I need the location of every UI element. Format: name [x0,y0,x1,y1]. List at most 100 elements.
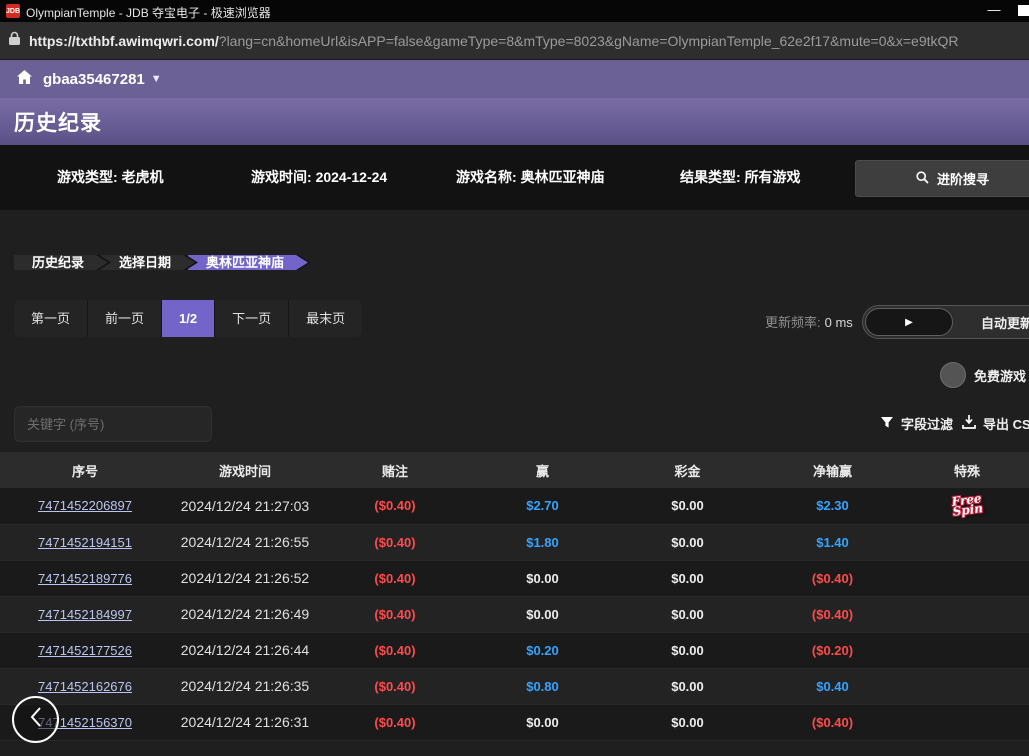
search-input[interactable] [14,406,212,442]
col-header-game-time: 游戏时间 [170,452,320,488]
breadcrumb-select-date[interactable]: 选择日期 [101,255,195,270]
browser-app-icon: JDB [6,4,20,18]
first-page-button[interactable]: 第一页 [14,300,88,337]
next-page-button[interactable]: 下一页 [215,300,289,337]
serial-link[interactable]: 7471452189776 [38,571,132,586]
time-cell: 2024/12/24 21:26:31 [170,704,320,740]
serial-cell: 7471452194151 [0,524,170,560]
advanced-search-button[interactable]: 进阶搜寻 [855,160,1029,197]
history-table: 序号 游戏时间 赌注 赢 彩金 净输赢 特殊 7471452206897 202… [0,452,1029,741]
filter-result-type-value: 所有游戏 [745,169,801,185]
filter-game-time-value: 2024-12-24 [316,169,388,185]
serial-link[interactable]: 7471452162676 [38,679,132,694]
jackpot-cell: $0.00 [615,632,760,668]
win-cell: $0.00 [470,704,615,740]
auto-update-label: 自动更新 [953,313,1029,332]
special-cell [905,560,1029,596]
filter-result-type-label: 结果类型: [680,169,741,185]
field-filter-label: 字段过滤 [901,414,953,433]
back-arrow-icon [27,705,45,734]
current-page-indicator[interactable]: 1/2 [162,300,215,337]
home-icon[interactable] [16,69,33,90]
special-cell [905,596,1029,632]
serial-link[interactable]: 7471452206897 [38,498,132,513]
page-title-bar: 历史纪录 [0,98,1029,145]
refresh-rate-label: 更新频率: [765,315,821,330]
table-row: 7471452162676 2024/12/24 21:26:35 ($0.40… [0,668,1029,704]
time-cell: 2024/12/24 21:26:44 [170,632,320,668]
net-cell: $1.40 [760,524,905,560]
jackpot-cell: $0.00 [615,704,760,740]
serial-cell: 7471452189776 [0,560,170,596]
table-header-row: 序号 游戏时间 赌注 赢 彩金 净输赢 特殊 [0,452,1029,488]
time-cell: 2024/12/24 21:26:35 [170,668,320,704]
filter-game-time-label: 游戏时间: [251,169,312,185]
special-cell: Free Spin [905,488,1029,524]
filter-game-type-value: 老虎机 [122,169,164,185]
bet-cell: ($0.40) [320,668,470,704]
play-icon[interactable]: ▶ [865,308,953,336]
special-cell [905,524,1029,560]
bet-cell: ($0.40) [320,524,470,560]
jackpot-cell: $0.00 [615,596,760,632]
table-row: 7471452156370 2024/12/24 21:26:31 ($0.40… [0,704,1029,740]
lock-icon [8,31,21,51]
col-header-serial: 序号 [0,452,170,488]
win-cell: $0.00 [470,560,615,596]
minimize-button[interactable]: — [984,2,1004,17]
win-cell: $0.20 [470,632,615,668]
time-cell: 2024/12/24 21:26:49 [170,596,320,632]
chevron-down-icon[interactable]: ▼ [151,73,162,85]
refresh-rate: 更新频率: 0 ms [765,312,853,331]
serial-link[interactable]: 7471452184997 [38,607,132,622]
free-game-icon [940,362,966,388]
account-name[interactable]: gbaa35467281 [43,71,145,88]
serial-link[interactable]: 7471452194151 [38,535,132,550]
pagination: 第一页 前一页 1/2 下一页 最末页 [14,300,362,337]
download-icon [962,415,976,432]
net-cell: ($0.40) [760,704,905,740]
export-csv-label: 导出 CSV [983,414,1029,433]
refresh-rate-value: 0 ms [825,315,853,330]
table-row: 7471452194151 2024/12/24 21:26:55 ($0.40… [0,524,1029,560]
time-cell: 2024/12/24 21:26:55 [170,524,320,560]
filter-game-time: 游戏时间: 2024-12-24 [251,167,387,187]
serial-cell: 7471452177526 [0,632,170,668]
time-cell: 2024/12/24 21:27:03 [170,488,320,524]
filter-summary-bar: 游戏类型: 老虎机 游戏时间: 2024-12-24 游戏名称: 奥林匹亚神庙 … [0,145,1029,210]
table-row: 7471452177526 2024/12/24 21:26:44 ($0.40… [0,632,1029,668]
net-cell: $2.30 [760,488,905,524]
breadcrumb-olympian-temple[interactable]: 奥林匹亚神庙 [188,255,308,270]
time-cell: 2024/12/24 21:26:52 [170,560,320,596]
filter-game-type-label: 游戏类型: [57,169,118,185]
maximize-button[interactable] [1018,5,1029,16]
special-cell [905,632,1029,668]
serial-cell: 7471452184997 [0,596,170,632]
auto-update-toggle[interactable]: ▶ 自动更新 [862,305,1029,339]
serial-link[interactable]: 7471452177526 [38,643,132,658]
breadcrumb-history[interactable]: 历史纪录 [14,255,108,270]
free-spin-badge: Free Spin [951,493,984,517]
col-header-net: 净输赢 [760,452,905,488]
filter-game-name-value: 奥林匹亚神庙 [521,169,605,185]
net-cell: ($0.40) [760,560,905,596]
export-csv-button[interactable]: 导出 CSV [962,414,1029,433]
field-filter-button[interactable]: 字段过滤 [880,414,953,433]
window-title: OlympianTemple - JDB 夺宝电子 - 极速浏览器 [26,4,271,21]
filter-funnel-icon [880,416,894,432]
browser-window: JDB OlympianTemple - JDB 夺宝电子 - 极速浏览器 — … [0,0,1029,756]
filter-game-type: 游戏类型: 老虎机 [57,167,164,187]
serial-cell: 7471452206897 [0,488,170,524]
net-cell: $0.40 [760,668,905,704]
filter-game-name: 游戏名称: 奥林匹亚神庙 [456,167,605,187]
free-game-legend: 免费游戏 [940,362,1026,388]
history-table-body: 7471452206897 2024/12/24 21:27:03 ($0.40… [0,488,1029,740]
filter-result-type: 结果类型: 所有游戏 [680,167,801,187]
search-icon [916,171,929,187]
jackpot-cell: $0.00 [615,560,760,596]
prev-page-button[interactable]: 前一页 [88,300,162,337]
win-cell: $0.00 [470,596,615,632]
last-page-button[interactable]: 最末页 [289,300,362,337]
back-button[interactable] [12,696,59,743]
url-field[interactable]: https://txthbf.awimqwri.com/?lang=cn&hom… [29,33,959,49]
